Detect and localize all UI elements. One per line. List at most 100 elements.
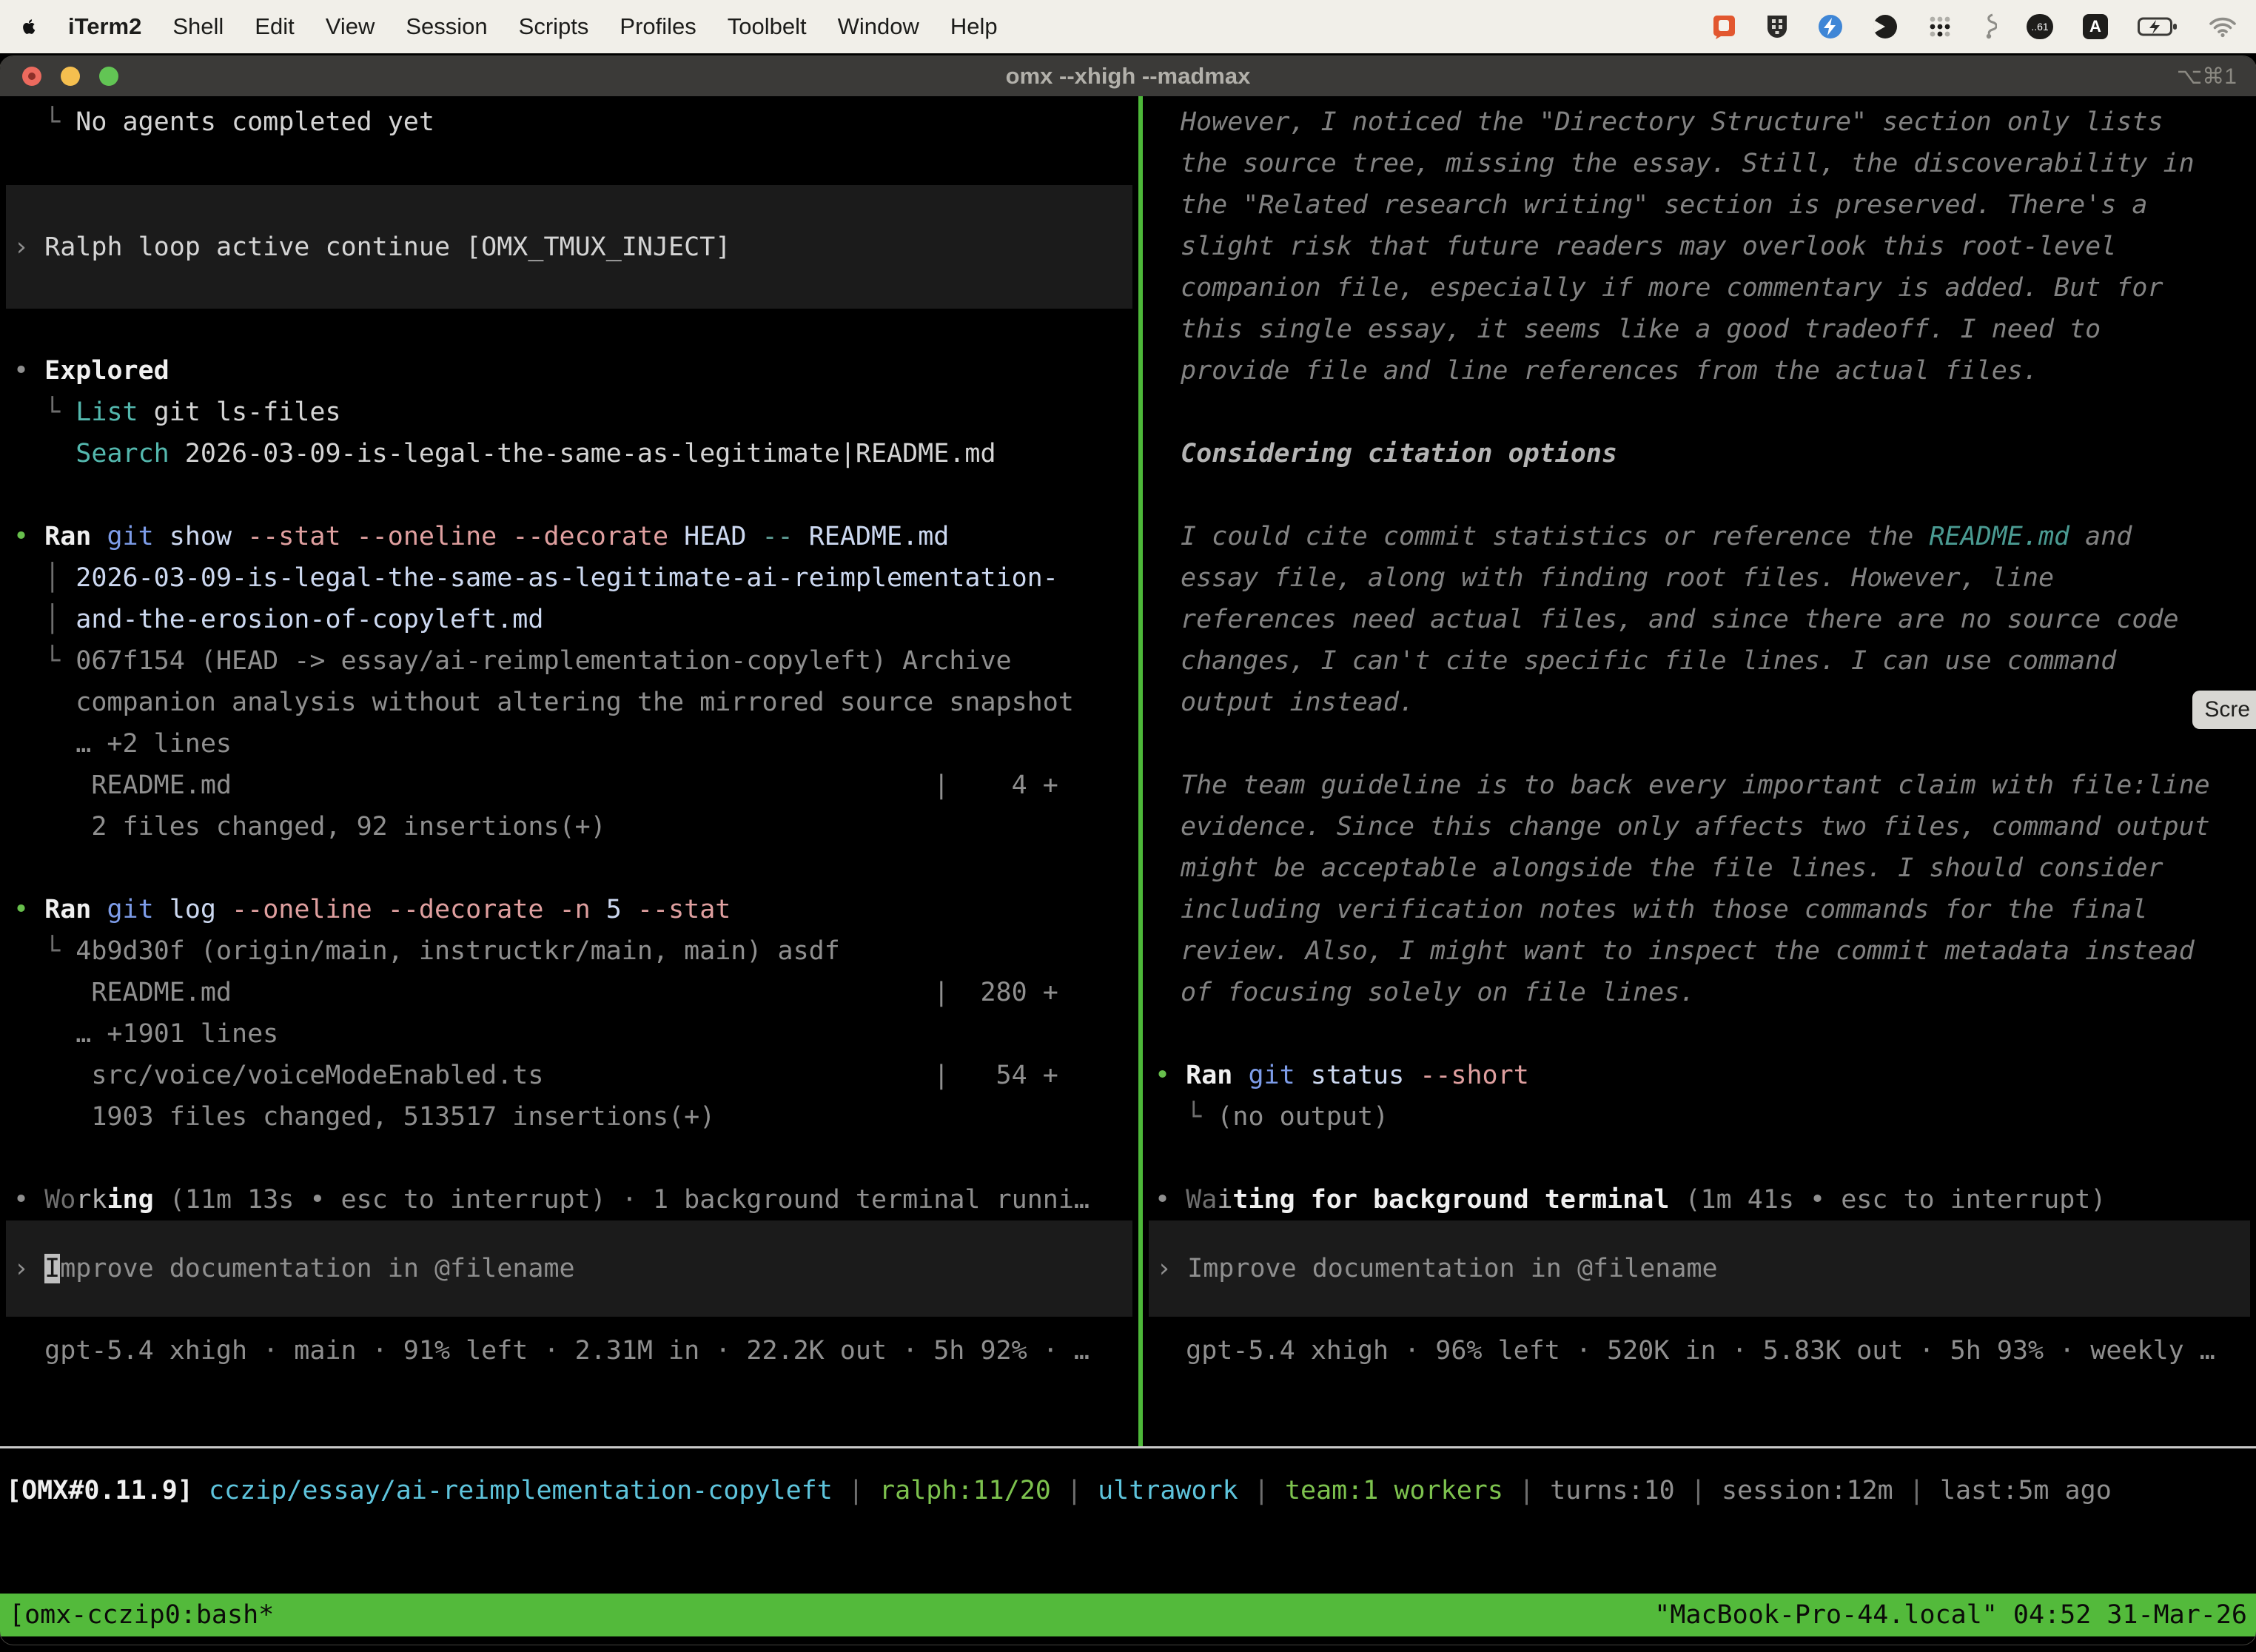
waiting-status-line: • Waiting for background terminal (1m 41… (1143, 1179, 2256, 1220)
input-text: mprove documentation in @filename (60, 1254, 574, 1283)
git-log-output-line: 1903 files changed, 513517 insertions(+) (0, 1096, 1138, 1138)
prompt-input-left[interactable]: › Improve documentation in @filename (6, 1220, 1132, 1317)
prompt-input-right[interactable]: › Improve documentation in @filename (1149, 1220, 2250, 1317)
tmux-host-clock: "MacBook-Pro-44.local" 04:52 31-Mar-26 (1654, 1600, 2247, 1630)
reasoning-text: references need actual files, and since … (1143, 599, 2256, 640)
battery-icon[interactable] (2138, 16, 2179, 37)
git-show-output-line: companion analysis without altering the … (0, 682, 1138, 723)
tree-elbow: └ (13, 646, 75, 676)
tree-elbow: └ (13, 936, 75, 966)
working-status-line: • Working (11m 13s • esc to interrupt) ·… (0, 1179, 1138, 1220)
tree-pipe: │ (13, 605, 75, 634)
hook-squiggle-icon[interactable] (1982, 13, 1997, 40)
working-shimmer-1: Wo (44, 1185, 75, 1215)
git-log-stat-line: src/voice/voiceModeEnabled.ts | 54 + (0, 1055, 1138, 1096)
menu-item-session[interactable]: Session (406, 13, 487, 40)
menu-item-edit[interactable]: Edit (255, 13, 294, 40)
omx-status-line: [OMX#0.11.9] cczip/essay/ai-reimplementa… (0, 1470, 2256, 1511)
menu-item-view[interactable]: View (326, 13, 375, 40)
menu-item-profiles[interactable]: Profiles (620, 13, 696, 40)
working-shimmer-3: ing (107, 1185, 153, 1215)
git-show-wrap-line: │ 2026-03-09-is-legal-the-same-as-legiti… (0, 557, 1138, 599)
ran-label: Ran (44, 522, 107, 551)
ralph-loop-banner: › Ralph loop active continue [OMX_TMUX_I… (6, 185, 1132, 309)
reasoning-text: of focusing solely on file lines. (1143, 972, 2256, 1013)
omx-branch-path: cczip/essay/ai-reimplementation-copyleft (193, 1476, 833, 1505)
menu-item-scripts[interactable]: Scripts (519, 13, 589, 40)
prompt-chevron: › (13, 1254, 44, 1283)
bullet: • (13, 1185, 44, 1215)
reasoning-text: slight risk that future readers may over… (1143, 226, 2256, 267)
search-verb: Search (75, 439, 169, 469)
bullet: • (1155, 1061, 1186, 1090)
cmd-flag-n: -n (560, 895, 606, 924)
tree-elbow: └ (13, 397, 75, 427)
cmd-file: README.md (809, 522, 950, 551)
reasoning-text-segment: I could cite commit statistics or refere… (1181, 522, 1929, 551)
reasoning-text: the source tree, missing the essay. Stil… (1143, 143, 2256, 184)
traffic-lights (22, 67, 118, 86)
commit-summary: 067f154 (HEAD -> essay/ai-reimplementati… (75, 646, 1011, 676)
cmd-n-value: 5 (606, 895, 637, 924)
menu-item-iterm2[interactable]: iTerm2 (68, 13, 141, 40)
chat-app-icon[interactable] (1711, 14, 1736, 39)
cmd-flags: --stat --oneline --decorate (247, 522, 684, 551)
session-duration: session:12m (1722, 1476, 1893, 1505)
waiting-shimmer-2: i (1217, 1185, 1232, 1215)
menu-item-help[interactable]: Help (950, 13, 998, 40)
separator: | (1051, 1476, 1098, 1505)
omx-version: [OMX#0.11.9] (6, 1476, 193, 1505)
tree-pipe: │ (13, 563, 75, 593)
input-source-icon[interactable]: A (2083, 14, 2108, 39)
prompt-chevron: › (13, 232, 44, 262)
reasoning-text: the "Related research writing" section i… (1143, 184, 2256, 226)
badge-61-icon[interactable]: ..61 (2027, 14, 2053, 39)
terminal-panes: └ No agents completed yet › Ralph loop a… (0, 96, 2256, 1446)
tmux-session-tab[interactable]: [omx-cczip0:bash* (9, 1600, 274, 1630)
menu-item-toolbelt[interactable]: Toolbelt (728, 13, 807, 40)
cmd-file-wrapped: 2026-03-09-is-legal-the-same-as-legitima… (75, 563, 1058, 593)
dots-grid-icon[interactable] (1927, 14, 1953, 39)
no-agents-text: No agents completed yet (75, 107, 434, 137)
shield-grid-icon[interactable] (1766, 14, 1788, 39)
window-title: omx --xhigh --madmax (0, 63, 2256, 90)
reasoning-text: companion file, especially if more comme… (1143, 267, 2256, 309)
right-terminal-pane[interactable]: However, I noticed the "Directory Struct… (1143, 96, 2256, 1446)
reasoning-heading: Considering citation options (1143, 433, 2256, 474)
reasoning-text-segment: and (2069, 522, 2132, 551)
waiting-shimmer-1: Wa (1186, 1185, 1217, 1215)
bolt-badge-icon[interactable] (1818, 14, 1843, 39)
indent (13, 439, 75, 469)
cmd-separator: -- (762, 522, 808, 551)
cmd-flags: --oneline --decorate (232, 895, 560, 924)
team-workers: team:1 workers (1285, 1476, 1503, 1505)
reasoning-text: I could cite commit statistics or refere… (1143, 516, 2256, 557)
window-shortcut-badge: ⌥⌘1 (2177, 64, 2237, 90)
status-divider-line (0, 1446, 2256, 1448)
minimize-button[interactable] (61, 67, 80, 86)
search-args: 2026-03-09-is-legal-the-same-as-legitima… (169, 439, 996, 469)
cmd-head: HEAD (684, 522, 762, 551)
close-button[interactable] (22, 67, 41, 86)
reasoning-text: including verification notes with those … (1143, 889, 2256, 930)
tree-elbow: └ (13, 107, 75, 137)
ralph-loop-text: Ralph loop active continue [OMX_TMUX_INJ… (44, 232, 731, 262)
left-terminal-pane[interactable]: └ No agents completed yet › Ralph loop a… (0, 96, 1138, 1446)
explored-label: Explored (44, 356, 169, 386)
menu-item-window[interactable]: Window (838, 13, 919, 40)
wifi-icon[interactable] (2209, 16, 2237, 38)
reasoning-text: might be acceptable alongside the file l… (1143, 847, 2256, 889)
zoom-button[interactable] (99, 67, 118, 86)
screen-overlay-button[interactable]: Scre (2192, 691, 2256, 729)
apple-menu-icon[interactable] (19, 16, 38, 38)
macos-menu-bar: iTerm2 Shell Edit View Session Scripts P… (0, 0, 2256, 53)
bullet: • (13, 522, 44, 551)
ralph-counter: ralph:11/20 (879, 1476, 1051, 1505)
separator: | (833, 1476, 879, 1505)
menu-item-shell[interactable]: Shell (172, 13, 224, 40)
git-show-output-line: └ 067f154 (HEAD -> essay/ai-reimplementa… (0, 640, 1138, 682)
git-log-output-line: └ 4b9d30f (origin/main, instructkr/main,… (0, 930, 1138, 972)
loom-icon[interactable] (1873, 14, 1898, 39)
no-output-text: (no output) (1217, 1102, 1389, 1132)
reasoning-paragraph: The team guideline is to back every impo… (1143, 765, 2256, 1013)
